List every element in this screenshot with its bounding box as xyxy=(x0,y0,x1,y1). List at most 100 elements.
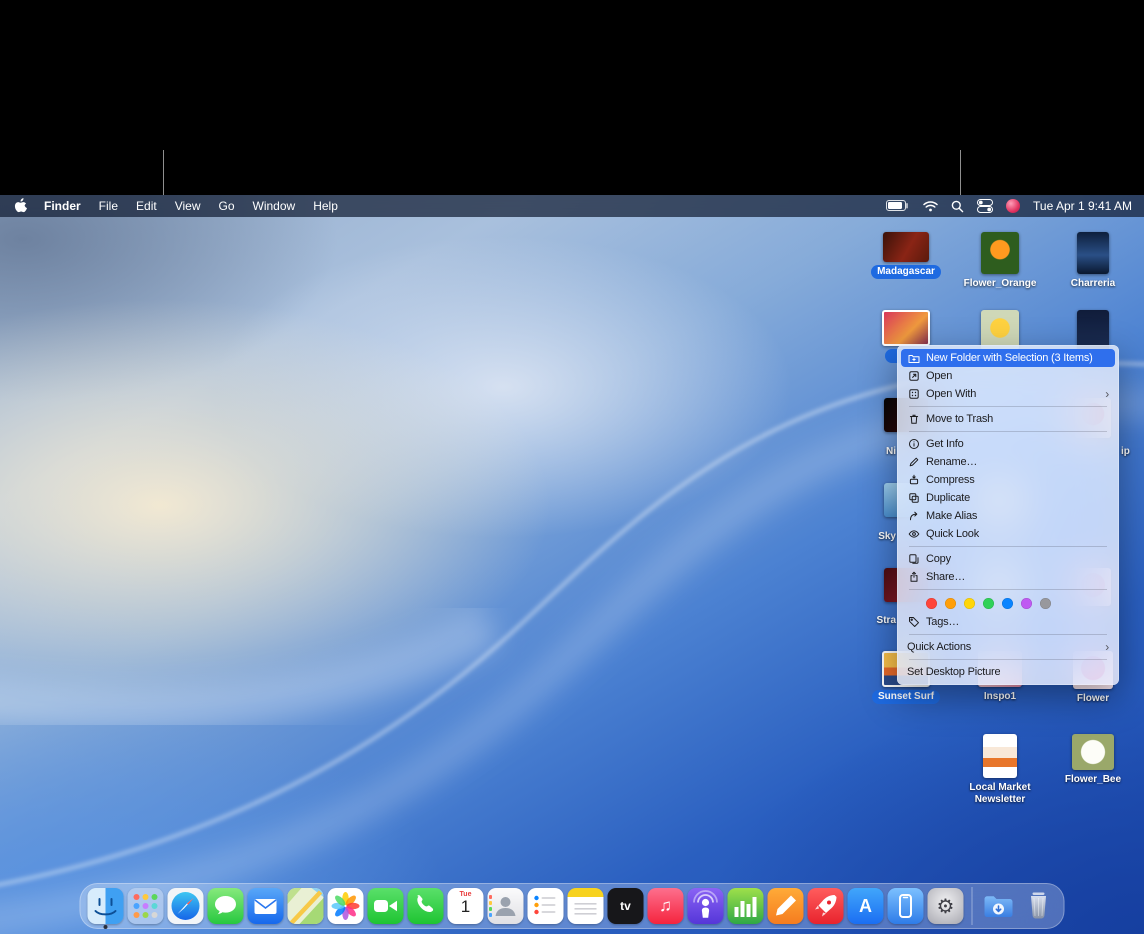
occluded-label-sky: Sky xyxy=(862,531,896,542)
new-folder-icon xyxy=(907,352,920,364)
rename-pencil-icon xyxy=(907,456,920,468)
menu-go[interactable]: Go xyxy=(210,195,244,217)
maps-app-icon[interactable] xyxy=(288,888,324,924)
menu-item-new-folder-with-selection[interactable]: New Folder with Selection (3 Items) xyxy=(901,349,1115,367)
menu-item-share[interactable]: Share… xyxy=(901,568,1115,586)
desktop-icon-flower-orange[interactable]: Flower_Orange xyxy=(960,232,1040,291)
wifi-icon[interactable] xyxy=(923,200,938,212)
menu-bar-clock[interactable]: Tue Apr 1 9:41 AM xyxy=(1033,199,1132,213)
menu-edit[interactable]: Edit xyxy=(127,195,166,217)
menu-file[interactable]: File xyxy=(90,195,127,217)
occluded-label-ip: ip xyxy=(1121,446,1141,457)
tag-purple[interactable] xyxy=(1021,598,1032,609)
facetime-app-icon[interactable] xyxy=(368,888,404,924)
tag-green[interactable] xyxy=(983,598,994,609)
menu-separator xyxy=(909,634,1107,635)
menu-item-compress[interactable]: Compress xyxy=(901,471,1115,489)
menu-item-rename[interactable]: Rename… xyxy=(901,453,1115,471)
tag-yellow[interactable] xyxy=(964,598,975,609)
messages-app-icon[interactable] xyxy=(208,888,244,924)
app-store-glyph: A xyxy=(859,896,872,917)
system-settings-app-icon[interactable]: ⚙ xyxy=(928,888,964,924)
tag-gray[interactable] xyxy=(1040,598,1051,609)
app-store-app-icon[interactable]: A xyxy=(848,888,884,924)
tag-icon xyxy=(907,616,920,628)
file-thumbnail xyxy=(981,232,1019,274)
duplicate-icon xyxy=(907,492,920,504)
chevron-right-icon xyxy=(1105,641,1109,653)
file-label: Flower_Bee xyxy=(1059,773,1127,787)
file-label: Local Market Newsletter xyxy=(960,781,1040,807)
tag-orange[interactable] xyxy=(945,598,956,609)
callout-line-right xyxy=(960,150,961,195)
file-thumbnail xyxy=(1072,734,1114,770)
chevron-right-icon xyxy=(1105,388,1109,400)
menu-view[interactable]: View xyxy=(166,195,210,217)
numbers-app-icon[interactable] xyxy=(728,888,764,924)
tag-color-row xyxy=(901,593,1115,613)
menu-bar: Finder File Edit View Go Window Help xyxy=(0,195,1144,217)
music-app-icon[interactable]: ♫ xyxy=(648,888,684,924)
open-with-icon xyxy=(907,388,920,400)
menu-help[interactable]: Help xyxy=(304,195,347,217)
occluded-label-stra: Stra xyxy=(858,615,896,626)
phone-app-icon[interactable] xyxy=(408,888,444,924)
pages-app-icon[interactable] xyxy=(768,888,804,924)
menu-item-tags[interactable]: Tags… xyxy=(901,613,1115,631)
desktop-icon-flower-bee[interactable]: Flower_Bee xyxy=(1053,734,1133,787)
mail-app-icon[interactable] xyxy=(248,888,284,924)
menu-item-quick-actions[interactable]: Quick Actions xyxy=(901,638,1115,656)
menu-separator xyxy=(909,659,1107,660)
menu-separator xyxy=(909,546,1107,547)
menu-item-open[interactable]: Open xyxy=(901,367,1115,385)
podcasts-app-icon[interactable] xyxy=(688,888,724,924)
file-label: Madagascar xyxy=(871,265,941,279)
calendar-app-icon[interactable]: Tue 1 xyxy=(448,888,484,924)
menu-bar-status: Tue Apr 1 9:41 AM xyxy=(886,199,1144,213)
tag-red[interactable] xyxy=(926,598,937,609)
menu-item-make-alias[interactable]: Make Alias xyxy=(901,507,1115,525)
apple-menu[interactable] xyxy=(12,198,35,214)
info-icon xyxy=(907,438,920,450)
contacts-app-icon[interactable] xyxy=(488,888,524,924)
dock-divider xyxy=(972,887,973,925)
reminders-app-icon[interactable] xyxy=(528,888,564,924)
search-icon[interactable] xyxy=(951,200,964,213)
siri-icon[interactable] xyxy=(1006,199,1020,213)
trash-icon[interactable] xyxy=(1021,888,1057,924)
launchpad-app-icon[interactable] xyxy=(128,888,164,924)
menu-finder[interactable]: Finder xyxy=(35,195,90,217)
menu-item-open-with[interactable]: Open With xyxy=(901,385,1115,403)
iphone-mirroring-app-icon[interactable] xyxy=(888,888,924,924)
menu-separator xyxy=(909,431,1107,432)
menu-item-move-to-trash[interactable]: Move to Trash xyxy=(901,410,1115,428)
open-icon xyxy=(907,370,920,382)
desktop-icon-charreria[interactable]: Charreria xyxy=(1053,232,1133,291)
battery-icon[interactable] xyxy=(886,200,910,212)
tv-glyph: tv xyxy=(620,899,631,913)
menu-item-set-desktop-picture[interactable]: Set Desktop Picture xyxy=(901,663,1115,681)
photos-app-icon[interactable] xyxy=(328,888,364,924)
red-rocket-app-icon[interactable] xyxy=(808,888,844,924)
desktop-icon-madagascar[interactable]: Madagascar xyxy=(866,232,946,279)
file-thumbnail xyxy=(1077,232,1109,274)
menu-separator xyxy=(909,589,1107,590)
menu-item-get-info[interactable]: Get Info xyxy=(901,435,1115,453)
notes-app-icon[interactable] xyxy=(568,888,604,924)
downloads-folder-icon[interactable] xyxy=(981,888,1017,924)
file-thumbnail xyxy=(981,310,1019,350)
safari-app-icon[interactable] xyxy=(168,888,204,924)
menu-window[interactable]: Window xyxy=(244,195,305,217)
file-label: Inspo1 xyxy=(978,690,1022,704)
desktop-icon-local-market-newsletter[interactable]: Local Market Newsletter xyxy=(960,734,1040,807)
menu-item-duplicate[interactable]: Duplicate xyxy=(901,489,1115,507)
apple-tv-app-icon[interactable]: tv xyxy=(608,888,644,924)
finder-app-icon[interactable] xyxy=(88,888,124,924)
tag-blue[interactable] xyxy=(1002,598,1013,609)
file-label: Flower xyxy=(1071,692,1115,706)
menu-item-quick-look[interactable]: Quick Look xyxy=(901,525,1115,543)
file-label: Sunset Surf xyxy=(872,690,940,704)
menu-item-copy[interactable]: Copy xyxy=(901,550,1115,568)
file-label: Charreria xyxy=(1065,277,1121,291)
control-center-icon[interactable] xyxy=(977,199,993,213)
